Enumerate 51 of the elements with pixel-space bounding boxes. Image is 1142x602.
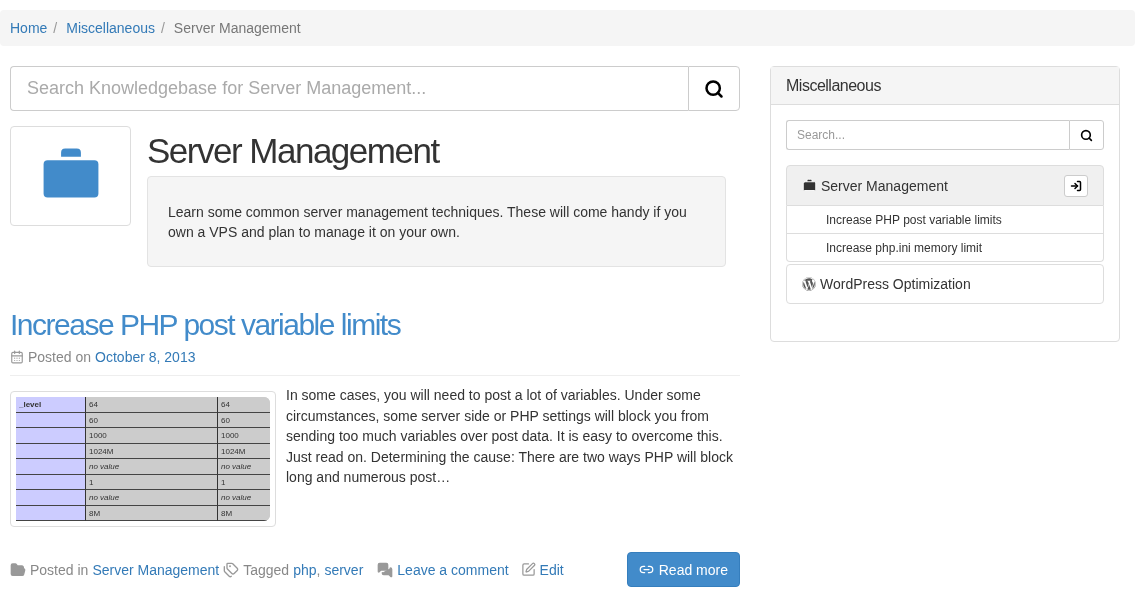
category-link[interactable]: Server Management	[92, 561, 220, 578]
tags-icon	[223, 561, 240, 578]
login-icon	[1070, 179, 1082, 192]
breadcrumb-link[interactable]: Miscellaneous	[66, 20, 155, 36]
category-title: Server Management	[147, 130, 441, 172]
thumbnail-table-cell: _level	[16, 397, 86, 413]
article-link[interactable]: Increase php.ini memory limit	[786, 234, 1104, 262]
thumbnail-table-cell	[16, 490, 86, 506]
folder-icon	[10, 561, 26, 578]
tag-separator: ,	[316, 561, 321, 578]
category-item[interactable]: Server Management	[786, 165, 1104, 206]
thumbnail-table-cell	[16, 428, 86, 444]
search-button[interactable]	[1069, 120, 1104, 150]
comments-icon	[377, 561, 394, 578]
category-description: Learn some common server management techniques. These will come handy if you own a VPS and plan to manage it on your own.	[147, 176, 726, 267]
posted-in-label: Posted in	[30, 561, 89, 578]
breadcrumb-link[interactable]: Home	[10, 20, 48, 36]
read-more-button[interactable]: Read more	[626, 552, 740, 587]
thumbnail-table-cell: 1000	[86, 428, 218, 444]
breadcrumb-separator: /	[52, 20, 59, 36]
comment-link[interactable]: Leave a comment	[397, 561, 509, 578]
post-excerpt: In some cases, you will need to post a lot of variables. Under some circumstances, some server side or PHP settings will block you from sending too much variables over post data. It is easy to overcome this. Just read on. Determining the cause: There are two ways PHP will block long and numerous post…	[286, 386, 734, 487]
search-icon	[1080, 128, 1093, 142]
thumbnail-table-cell	[16, 459, 86, 475]
sidebar-title: Miscellaneous	[771, 67, 1119, 105]
breadcrumb-separator: /	[159, 20, 166, 36]
thumbnail-table-cell: 64	[86, 397, 218, 413]
sidebar-search-field[interactable]: Search...	[786, 120, 1069, 150]
thumbnail-table-cell: no value	[86, 459, 218, 475]
thumbnail-table-cell: no value	[86, 490, 218, 506]
briefcase-icon	[802, 178, 817, 193]
thumbnail-table-cell: 64	[218, 397, 270, 413]
tagged-label: Tagged	[243, 561, 290, 578]
article-link[interactable]: Increase PHP post variable limits	[786, 206, 1104, 234]
edit-icon	[520, 562, 536, 577]
calendar-icon	[10, 350, 24, 364]
edit-link[interactable]: Edit	[539, 561, 564, 578]
breadcrumb-current: Server Management	[173, 20, 301, 36]
posted-on-label: Posted on	[28, 349, 92, 365]
category-item[interactable]: WordPress Optimization	[786, 264, 1104, 304]
post-date-link[interactable]: October 8, 2013	[95, 349, 196, 365]
tag-link[interactable]: server	[324, 561, 364, 578]
post-title[interactable]: Increase PHP post variable limits	[10, 305, 740, 345]
category-item-label: WordPress Optimization	[820, 276, 972, 292]
search-field[interactable]: Search Knowledgebase for Server Management...	[10, 66, 688, 111]
search-icon	[704, 78, 724, 99]
collapse-button[interactable]	[1064, 174, 1088, 197]
tag-link[interactable]: php	[293, 561, 317, 578]
search-button[interactable]	[688, 66, 740, 111]
wordpress-icon	[802, 277, 816, 291]
category-item-label: Server Management	[821, 177, 949, 194]
